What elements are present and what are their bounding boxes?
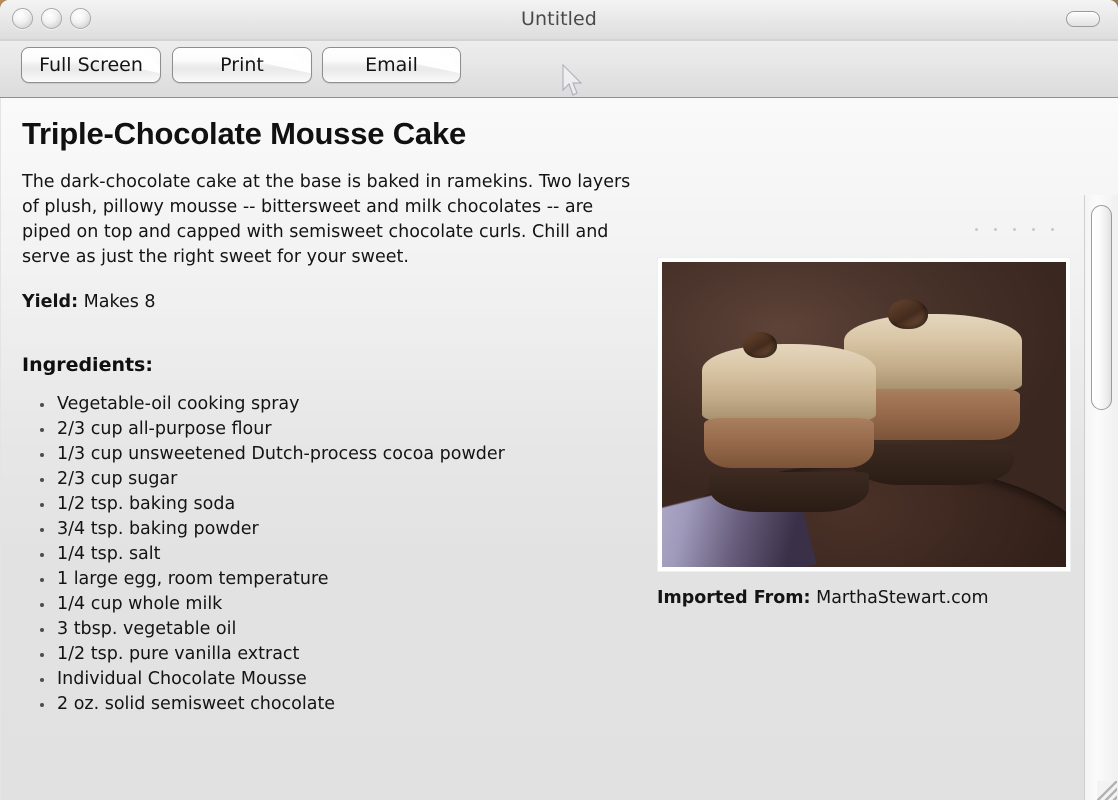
recipe-left-column: The dark-chocolate cake at the base is b… — [22, 170, 644, 717]
ingredient-item: 2/3 cup sugar — [40, 467, 644, 492]
ingredient-item: 1/3 cup unsweetened Dutch-process cocoa … — [40, 442, 644, 467]
ingredients-list: Vegetable-oil cooking spray 2/3 cup all-p… — [22, 392, 644, 717]
cake-chocolate-base — [709, 471, 870, 513]
vertical-scrollbar[interactable] — [1084, 195, 1118, 800]
print-button[interactable]: Print — [172, 47, 312, 83]
ingredient-item: 2/3 cup all-purpose flour — [40, 417, 644, 442]
ingredient-item: Vegetable-oil cooking spray — [40, 392, 644, 417]
toolbar-toggle-button[interactable] — [1066, 11, 1100, 27]
ingredient-item: Individual Chocolate Mousse — [40, 667, 644, 692]
document-content-area[interactable]: Triple-Chocolate Mousse Cake The dark-ch… — [0, 98, 1118, 800]
ingredient-item: 2 oz. solid semisweet chocolate — [40, 692, 644, 717]
recipe-document: Triple-Chocolate Mousse Cake The dark-ch… — [1, 98, 1085, 800]
decorative-dot — [1013, 228, 1016, 231]
chocolate-curl-front — [742, 332, 777, 359]
ingredient-item: 3/4 tsp. baking powder — [40, 517, 644, 542]
chocolate-curl-back — [888, 298, 929, 329]
ingredient-item: 1/2 tsp. baking soda — [40, 492, 644, 517]
recipe-photo-frame — [657, 257, 1071, 572]
vertical-scrollbar-thumb[interactable] — [1091, 205, 1112, 410]
toolbar: Full Screen Print Email — [0, 41, 1118, 98]
source-caption: Imported From: MarthaStewart.com — [657, 588, 1075, 608]
decorative-dot — [994, 228, 997, 231]
ingredient-item: 3 tbsp. vegetable oil — [40, 617, 644, 642]
recipe-window: Untitled Full Screen Print Email Triple-… — [0, 0, 1118, 800]
full-screen-button-label: Full Screen — [39, 54, 143, 76]
ingredient-item: 1/4 tsp. salt — [40, 542, 644, 567]
ingredients-heading: Ingredients: — [22, 354, 153, 376]
page-title: Triple-Chocolate Mousse Cake — [22, 116, 467, 151]
ingredient-item: 1/2 tsp. pure vanilla extract — [40, 642, 644, 667]
decorative-dot — [1051, 228, 1054, 231]
email-button-label: Email — [365, 54, 418, 76]
window-title: Untitled — [521, 8, 597, 30]
decorative-dot — [975, 228, 978, 231]
window-resize-grip[interactable] — [1097, 781, 1117, 800]
window-titlebar[interactable]: Untitled — [0, 0, 1118, 41]
yield-label: Yield: — [22, 292, 79, 312]
print-button-label: Print — [220, 54, 264, 76]
full-screen-button[interactable]: Full Screen — [21, 47, 161, 83]
decorative-dots — [975, 228, 1054, 231]
ingredient-item: 1 large egg, room temperature — [40, 567, 644, 592]
recipe-right-column: Imported From: MarthaStewart.com — [657, 257, 1075, 608]
cake-middle-mousse-layer — [704, 418, 875, 469]
decorative-dot — [1032, 228, 1035, 231]
email-button[interactable]: Email — [322, 47, 461, 83]
recipe-photo — [662, 262, 1066, 567]
ingredient-item: 1/4 cup whole milk — [40, 592, 644, 617]
source-label: Imported From: — [657, 588, 811, 608]
mousse-cake-front — [702, 344, 877, 513]
cake-top-mousse-layer — [702, 344, 877, 422]
screen: Untitled Full Screen Print Email Triple-… — [0, 0, 1118, 800]
yield-value: Makes 8 — [83, 292, 156, 312]
source-value: MarthaStewart.com — [816, 588, 989, 608]
yield-line: Yield: Makes 8 — [22, 292, 644, 312]
recipe-description: The dark-chocolate cake at the base is b… — [22, 172, 631, 267]
